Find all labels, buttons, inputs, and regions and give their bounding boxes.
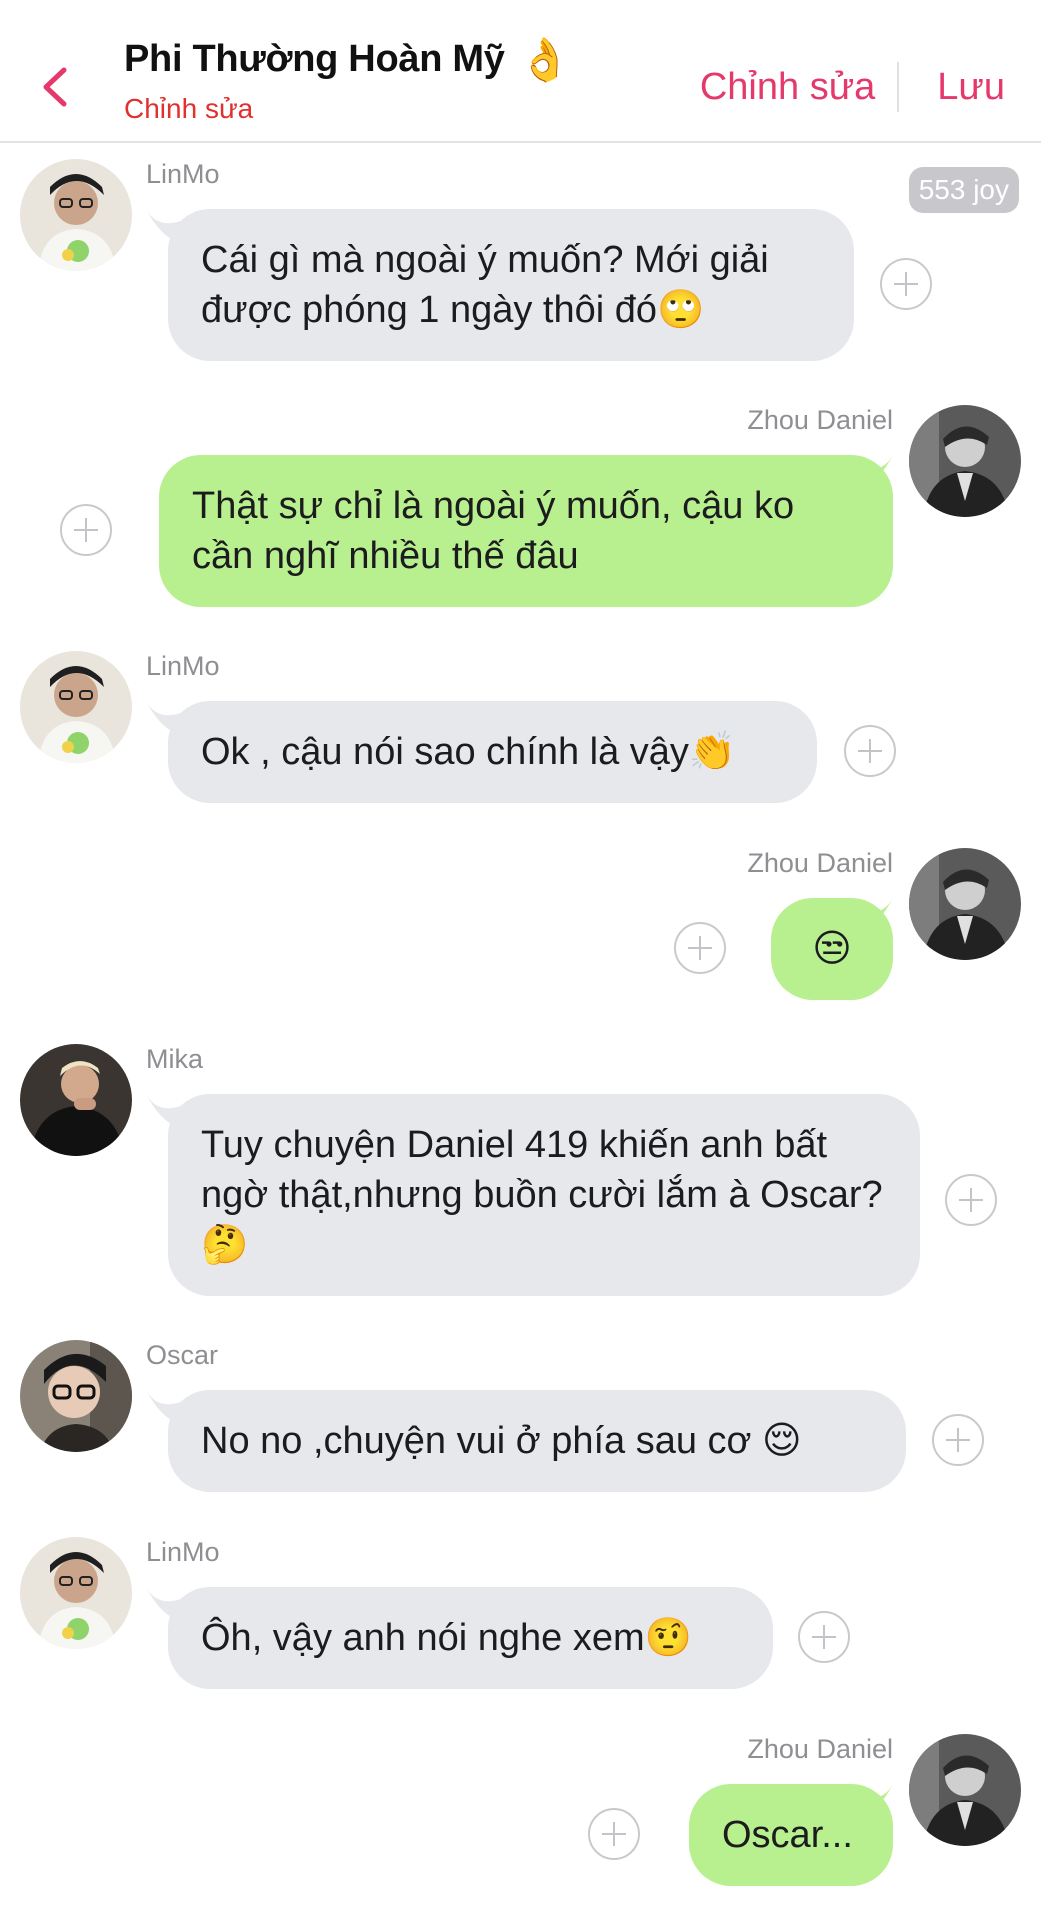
avatar[interactable] [20,1044,132,1156]
chat-area[interactable]: 553 joy LinMo Cái gì mà ngoài ý muốn? Mớ… [0,145,1041,1920]
add-reaction-button[interactable] [798,1611,850,1663]
sender-name: Zhou Daniel [747,405,893,435]
save-button[interactable]: Lưu [937,66,1005,109]
sender-name: LinMo [146,651,220,681]
avatar[interactable] [909,1734,1021,1846]
add-reaction-button[interactable] [932,1414,984,1466]
add-reaction-button[interactable] [880,258,932,310]
message-bubble[interactable]: No no ,chuyện vui ở phía sau cơ 😌 [168,1390,906,1492]
message-bubble[interactable]: Ôh, vậy anh nói nghe xem🤨 [168,1587,773,1689]
sender-name: Oscar [146,1340,219,1370]
header-actions: Chỉnh sửa Lưu [700,62,1005,112]
back-icon[interactable] [36,62,76,112]
message-bubble[interactable]: Oscar... [689,1784,893,1886]
chat-title: Phi Thường Hoàn Mỹ [124,38,505,80]
sender-name: LinMo [146,1537,220,1567]
avatar[interactable] [20,1537,132,1649]
page-title: Phi Thường Hoàn Mỹ 👌 [124,38,571,81]
message-bubble[interactable]: 😒 [771,898,893,1000]
avatar[interactable] [20,651,132,763]
add-reaction-button[interactable] [674,922,726,974]
add-reaction-button[interactable] [945,1174,997,1226]
avatar[interactable] [909,405,1021,517]
message-row: LinMo Cái gì mà ngoài ý muốn? Mới giải đ… [0,145,1041,361]
title-block: Phi Thường Hoàn Mỹ 👌 Chỉnh sửa [124,38,571,125]
avatar[interactable] [909,848,1021,960]
add-reaction-button[interactable] [588,1808,640,1860]
add-reaction-button[interactable] [60,504,112,556]
message-bubble[interactable]: Ok , cậu nói sao chính là vậy👏 [168,701,817,803]
header-divider [897,62,900,112]
message-bubble[interactable]: Thật sự chỉ là ngoài ý muốn, cậu ko cần … [159,455,893,607]
subtitle: Chỉnh sửa [124,93,254,124]
message-row: LinMo Ok , cậu nói sao chính là vậy👏 [0,637,1041,807]
message-row: Zhou Daniel Thật sự chỉ là ngoài ý muốn,… [0,391,1041,607]
sender-name: LinMo [146,159,220,189]
message-row: LinMo Ôh, vậy anh nói nghe xem🤨 [0,1523,1041,1693]
chat-header: Phi Thường Hoàn Mỹ 👌 Chỉnh sửa Chỉnh sửa… [0,0,1041,143]
sender-name: Mika [146,1044,204,1074]
message-row: Zhou Daniel Oscar... [0,1720,1041,1920]
add-reaction-button[interactable] [844,725,896,777]
avatar[interactable] [20,1340,132,1452]
sender-name: Zhou Daniel [747,848,893,878]
message-row: Zhou Daniel 😒 [0,834,1041,1004]
edit-button[interactable]: Chỉnh sửa [700,66,875,109]
message-bubble[interactable]: Tuy chuyện Daniel 419 khiến anh bất ngờ … [168,1094,920,1296]
message-row: Oscar No no ,chuyện vui ở phía sau cơ 😌 [0,1326,1041,1496]
sender-name: Zhou Daniel [747,1734,893,1764]
message-bubble[interactable]: Cái gì mà ngoài ý muốn? Mới giải được ph… [168,209,854,361]
avatar[interactable] [20,159,132,271]
message-row: Mika Tuy chuyện Daniel 419 khiến anh bất… [0,1030,1041,1296]
ok-hand-emoji: 👌 [518,35,571,83]
